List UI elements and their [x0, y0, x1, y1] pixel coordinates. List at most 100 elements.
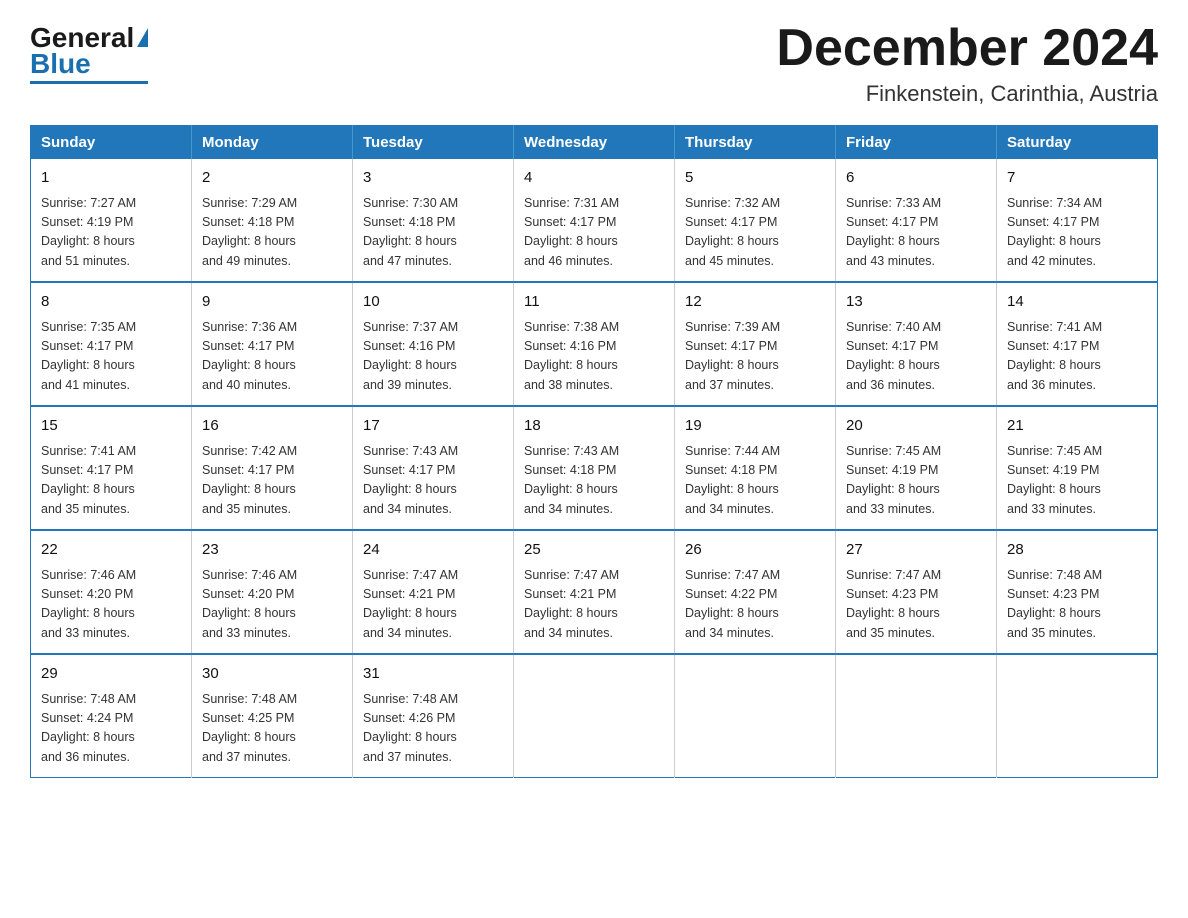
- calendar-header-friday: Friday: [836, 126, 997, 160]
- table-row: 9Sunrise: 7:36 AMSunset: 4:17 PMDaylight…: [192, 282, 353, 406]
- day-info: Sunrise: 7:30 AMSunset: 4:18 PMDaylight:…: [363, 194, 503, 272]
- day-number: 11: [524, 291, 664, 314]
- day-number: 20: [846, 415, 986, 438]
- table-row: [675, 654, 836, 778]
- day-number: 22: [41, 539, 181, 562]
- table-row: 22 Sunrise: 7:46 AMSunset: 4:20 PMDayligh…: [31, 530, 192, 654]
- day-number: 2: [202, 167, 342, 190]
- day-number: 14: [1007, 291, 1147, 314]
- day-info: Sunrise: 7:47 AMSunset: 4:22 PMDaylight:…: [685, 566, 825, 644]
- table-row: 20 Sunrise: 7:45 AMSunset: 4:19 PMDayligh…: [836, 406, 997, 530]
- table-row: [836, 654, 997, 778]
- day-info: Sunrise: 7:45 AMSunset: 4:19 PMDaylight:…: [1007, 442, 1147, 520]
- title-block: December 2024 Finkenstein, Carinthia, Au…: [776, 20, 1158, 107]
- calendar-week-row: 1 Sunrise: 7:27 AMSunset: 4:19 PMDaylight…: [31, 159, 1158, 282]
- day-info: Sunrise: 7:47 AMSunset: 4:21 PMDaylight:…: [524, 566, 664, 644]
- day-number: 5: [685, 167, 825, 190]
- table-row: 2 Sunrise: 7:29 AMSunset: 4:18 PMDaylight…: [192, 159, 353, 282]
- table-row: 16Sunrise: 7:42 AMSunset: 4:17 PMDayligh…: [192, 406, 353, 530]
- day-info: Sunrise: 7:46 AMSunset: 4:20 PMDaylight:…: [202, 566, 342, 644]
- calendar-week-row: 22 Sunrise: 7:46 AMSunset: 4:20 PMDayligh…: [31, 530, 1158, 654]
- table-row: 10 Sunrise: 7:37 AMSunset: 4:16 PMDayligh…: [353, 282, 514, 406]
- day-info: Sunrise: 7:39 AMSunset: 4:17 PMDaylight:…: [685, 318, 825, 396]
- day-info: Sunrise: 7:46 AMSunset: 4:20 PMDaylight:…: [41, 566, 181, 644]
- day-info: Sunrise: 7:48 AMSunset: 4:24 PMDaylight:…: [41, 690, 181, 768]
- day-number: 17: [363, 415, 503, 438]
- day-number: 10: [363, 291, 503, 314]
- day-number: 4: [524, 167, 664, 190]
- table-row: 11 Sunrise: 7:38 AMSunset: 4:16 PMDayligh…: [514, 282, 675, 406]
- day-number: 15: [41, 415, 181, 438]
- day-number: 24: [363, 539, 503, 562]
- day-info: Sunrise: 7:41 AMSunset: 4:17 PMDaylight:…: [1007, 318, 1147, 396]
- day-info: Sunrise: 7:48 AMSunset: 4:23 PMDaylight:…: [1007, 566, 1147, 644]
- day-number: 13: [846, 291, 986, 314]
- day-number: 23: [202, 539, 342, 562]
- table-row: 14 Sunrise: 7:41 AMSunset: 4:17 PMDayligh…: [997, 282, 1158, 406]
- calendar-week-row: 8 Sunrise: 7:35 AMSunset: 4:17 PMDaylight…: [31, 282, 1158, 406]
- day-info: Sunrise: 7:37 AMSunset: 4:16 PMDaylight:…: [363, 318, 503, 396]
- logo: General Blue: [30, 20, 148, 84]
- day-info: Sunrise: 7:32 AMSunset: 4:17 PMDaylight:…: [685, 194, 825, 272]
- table-row: 6Sunrise: 7:33 AMSunset: 4:17 PMDaylight…: [836, 159, 997, 282]
- calendar-header-thursday: Thursday: [675, 126, 836, 160]
- table-row: 17 Sunrise: 7:43 AMSunset: 4:17 PMDayligh…: [353, 406, 514, 530]
- day-number: 29: [41, 663, 181, 686]
- table-row: 25Sunrise: 7:47 AMSunset: 4:21 PMDayligh…: [514, 530, 675, 654]
- table-row: 8 Sunrise: 7:35 AMSunset: 4:17 PMDaylight…: [31, 282, 192, 406]
- day-info: Sunrise: 7:41 AMSunset: 4:17 PMDaylight:…: [41, 442, 181, 520]
- table-row: 13Sunrise: 7:40 AMSunset: 4:17 PMDayligh…: [836, 282, 997, 406]
- day-info: Sunrise: 7:48 AMSunset: 4:26 PMDaylight:…: [363, 690, 503, 768]
- day-number: 26: [685, 539, 825, 562]
- day-info: Sunrise: 7:38 AMSunset: 4:16 PMDaylight:…: [524, 318, 664, 396]
- day-info: Sunrise: 7:43 AMSunset: 4:17 PMDaylight:…: [363, 442, 503, 520]
- day-info: Sunrise: 7:48 AMSunset: 4:25 PMDaylight:…: [202, 690, 342, 768]
- day-number: 3: [363, 167, 503, 190]
- table-row: 31 Sunrise: 7:48 AMSunset: 4:26 PMDayligh…: [353, 654, 514, 778]
- table-row: 24 Sunrise: 7:47 AMSunset: 4:21 PMDayligh…: [353, 530, 514, 654]
- day-number: 7: [1007, 167, 1147, 190]
- day-number: 31: [363, 663, 503, 686]
- day-info: Sunrise: 7:42 AMSunset: 4:17 PMDaylight:…: [202, 442, 342, 520]
- day-info: Sunrise: 7:35 AMSunset: 4:17 PMDaylight:…: [41, 318, 181, 396]
- day-info: Sunrise: 7:34 AMSunset: 4:17 PMDaylight:…: [1007, 194, 1147, 272]
- day-number: 1: [41, 167, 181, 190]
- calendar-header-tuesday: Tuesday: [353, 126, 514, 160]
- table-row: 21Sunrise: 7:45 AMSunset: 4:19 PMDayligh…: [997, 406, 1158, 530]
- calendar-header-sunday: Sunday: [31, 126, 192, 160]
- logo-triangle-icon: [137, 28, 148, 47]
- day-number: 18: [524, 415, 664, 438]
- table-row: [514, 654, 675, 778]
- day-info: Sunrise: 7:31 AMSunset: 4:17 PMDaylight:…: [524, 194, 664, 272]
- calendar-title: December 2024: [776, 20, 1158, 77]
- logo-blue-text: Blue: [30, 50, 91, 78]
- table-row: [997, 654, 1158, 778]
- day-info: Sunrise: 7:47 AMSunset: 4:21 PMDaylight:…: [363, 566, 503, 644]
- day-number: 19: [685, 415, 825, 438]
- table-row: 23 Sunrise: 7:46 AMSunset: 4:20 PMDayligh…: [192, 530, 353, 654]
- table-row: 28 Sunrise: 7:48 AMSunset: 4:23 PMDayligh…: [997, 530, 1158, 654]
- table-row: 12 Sunrise: 7:39 AMSunset: 4:17 PMDayligh…: [675, 282, 836, 406]
- table-row: 7 Sunrise: 7:34 AMSunset: 4:17 PMDaylight…: [997, 159, 1158, 282]
- logo-underline: [30, 81, 148, 84]
- calendar-header-monday: Monday: [192, 126, 353, 160]
- page-header: General Blue December 2024 Finkenstein, …: [30, 20, 1158, 107]
- day-number: 12: [685, 291, 825, 314]
- day-number: 8: [41, 291, 181, 314]
- day-number: 27: [846, 539, 986, 562]
- day-number: 28: [1007, 539, 1147, 562]
- calendar-subtitle: Finkenstein, Carinthia, Austria: [776, 81, 1158, 107]
- table-row: 5 Sunrise: 7:32 AMSunset: 4:17 PMDaylight…: [675, 159, 836, 282]
- day-number: 9: [202, 291, 342, 314]
- table-row: 18 Sunrise: 7:43 AMSunset: 4:18 PMDayligh…: [514, 406, 675, 530]
- day-info: Sunrise: 7:33 AMSunset: 4:17 PMDaylight:…: [846, 194, 986, 272]
- day-info: Sunrise: 7:43 AMSunset: 4:18 PMDaylight:…: [524, 442, 664, 520]
- day-info: Sunrise: 7:27 AMSunset: 4:19 PMDaylight:…: [41, 194, 181, 272]
- table-row: 1 Sunrise: 7:27 AMSunset: 4:19 PMDaylight…: [31, 159, 192, 282]
- day-info: Sunrise: 7:44 AMSunset: 4:18 PMDaylight:…: [685, 442, 825, 520]
- day-info: Sunrise: 7:29 AMSunset: 4:18 PMDaylight:…: [202, 194, 342, 272]
- calendar-week-row: 29 Sunrise: 7:48 AMSunset: 4:24 PMDayligh…: [31, 654, 1158, 778]
- day-info: Sunrise: 7:45 AMSunset: 4:19 PMDaylight:…: [846, 442, 986, 520]
- calendar-header-saturday: Saturday: [997, 126, 1158, 160]
- calendar-header-row: SundayMondayTuesdayWednesdayThursdayFrid…: [31, 126, 1158, 160]
